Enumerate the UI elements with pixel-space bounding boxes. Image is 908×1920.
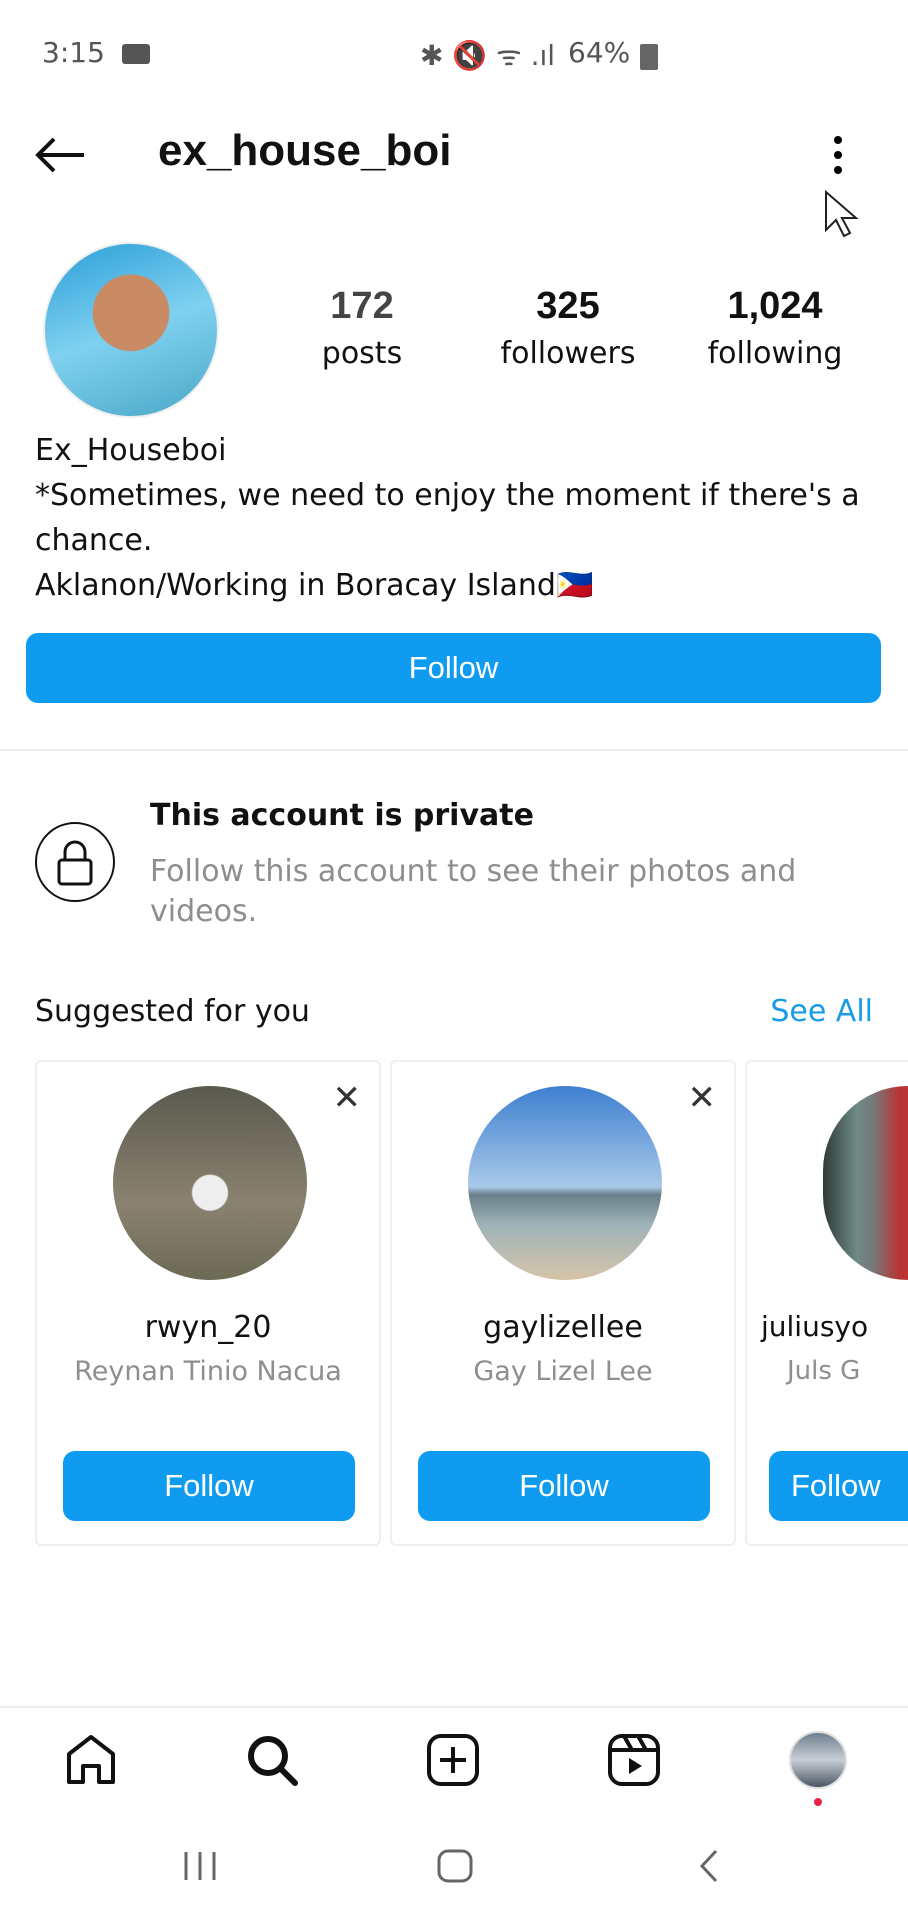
dismiss-icon[interactable]: ✕ <box>333 1078 362 1118</box>
suggestion-card: ✕ rwyn_20 Reynan Tinio Nacua Follow <box>35 1060 381 1546</box>
suggestion-follow-button[interactable]: Follow <box>769 1451 908 1521</box>
reels-icon[interactable] <box>606 1732 662 1788</box>
battery-level: 64% <box>568 36 631 69</box>
suggestion-name: Juls G <box>787 1356 861 1386</box>
suggestion-avatar[interactable] <box>113 1086 307 1280</box>
suggestion-name: Reynan Tinio Nacua <box>74 1356 342 1387</box>
back-arrow-icon[interactable] <box>34 136 88 174</box>
divider <box>0 749 908 751</box>
suggestion-avatar[interactable] <box>468 1086 662 1280</box>
suggestion-follow-button[interactable]: Follow <box>63 1451 355 1521</box>
suggestion-card: ✕ gaylizellee Gay Lizel Lee Follow <box>390 1060 736 1546</box>
divider <box>0 1706 908 1708</box>
video-record-icon <box>122 44 150 64</box>
lock-icon <box>35 822 115 902</box>
home-icon[interactable] <box>63 1732 119 1788</box>
suggestion-follow-button[interactable]: Follow <box>418 1451 710 1521</box>
suggested-title: Suggested for you <box>35 994 310 1029</box>
dismiss-icon[interactable]: ✕ <box>688 1078 717 1118</box>
suggestion-username[interactable]: rwyn_20 <box>37 1310 379 1345</box>
follow-button[interactable]: Follow <box>26 633 881 703</box>
private-title: This account is private <box>150 798 534 833</box>
posts-stat: 172 posts <box>321 285 403 371</box>
see-all-link[interactable]: See All <box>770 994 873 1029</box>
suggestion-avatar[interactable] <box>823 1086 908 1280</box>
followers-stat[interactable]: 325 followers <box>483 285 653 371</box>
mouse-cursor-icon <box>825 190 859 238</box>
status-icons: ✱ 🔇 ᯤ .ıl <box>420 39 556 72</box>
private-subtitle: Follow this account to see their photos … <box>150 854 797 929</box>
status-time: 3:15 <box>42 36 105 69</box>
bio: Ex_Houseboi *Sometimes, we need to enjoy… <box>35 428 895 608</box>
profile-username: ex_house_boi <box>158 126 452 175</box>
suggestion-name: Gay Lizel Lee <box>473 1356 653 1387</box>
battery-icon <box>640 44 658 70</box>
suggestion-card: juliusyo Juls G Follow <box>745 1060 908 1546</box>
suggestion-username[interactable]: gaylizellee <box>392 1310 734 1345</box>
system-back-icon[interactable] <box>696 1848 722 1884</box>
suggestion-username[interactable]: juliusyo <box>761 1310 906 1343</box>
system-home-icon[interactable] <box>436 1848 474 1884</box>
more-options-icon[interactable] <box>824 134 852 176</box>
create-post-icon[interactable] <box>425 1732 481 1788</box>
profile-avatar <box>43 242 219 418</box>
profile-tab-avatar[interactable] <box>789 1731 847 1789</box>
notification-dot <box>814 1798 822 1806</box>
recent-apps-icon[interactable] <box>182 1850 218 1882</box>
bio-line: *Sometimes, we need to enjoy the moment … <box>35 478 860 558</box>
display-name: Ex_Houseboi <box>35 433 227 468</box>
following-stat[interactable]: 1,024 following <box>690 285 860 371</box>
bio-line: Aklanon/Working in Boracay Island🇵🇭 <box>35 568 594 603</box>
search-icon[interactable] <box>244 1732 300 1788</box>
